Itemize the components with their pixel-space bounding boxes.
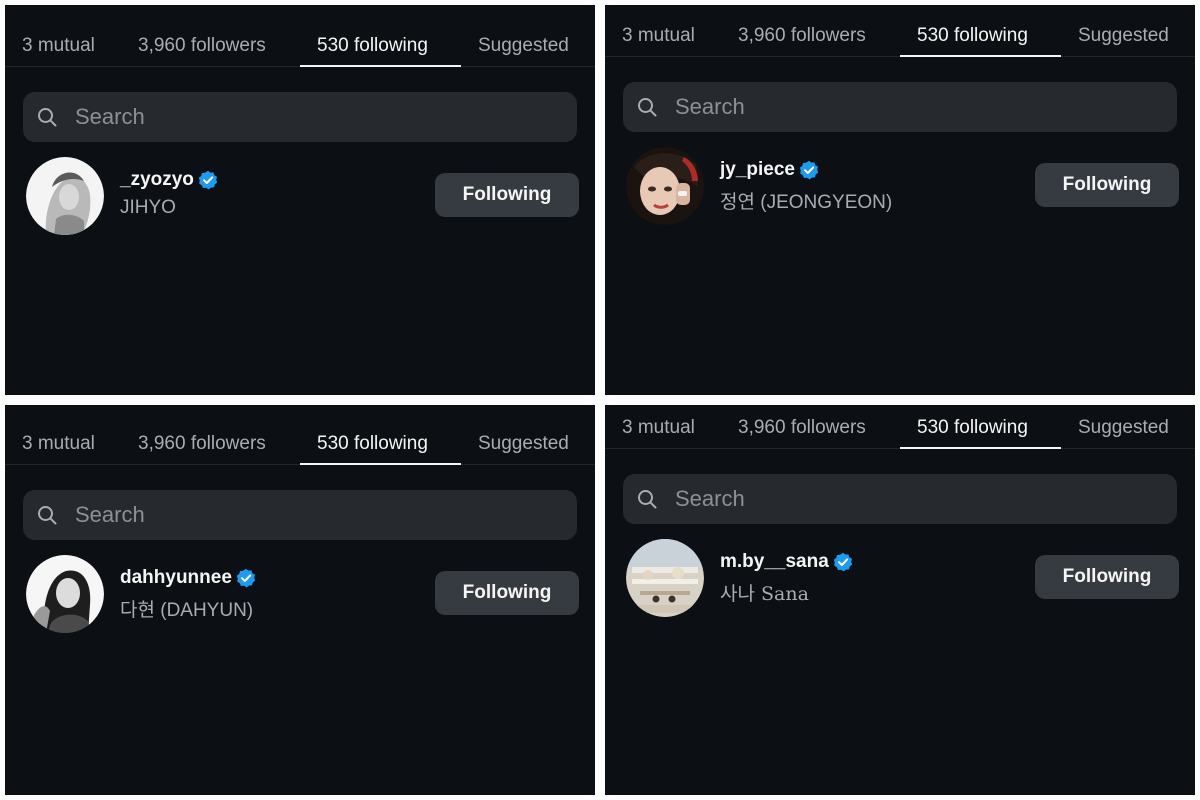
avatar[interactable] (26, 555, 104, 633)
avatar[interactable] (626, 147, 704, 225)
search-bar[interactable] (23, 490, 577, 540)
active-tab-indicator (900, 447, 1061, 449)
user-row[interactable]: m.by__sana 사나 Sana Following (605, 539, 1195, 619)
tab-following[interactable]: 530 following (317, 26, 428, 66)
verified-badge-icon (833, 552, 852, 572)
following-button[interactable]: Following (435, 173, 579, 217)
username[interactable]: dahhyunnee (120, 567, 232, 588)
following-panel-4: 3 mutual 3,960 followers 530 following S… (605, 405, 1195, 795)
username[interactable]: m.by__sana (720, 551, 829, 572)
search-icon (638, 98, 657, 117)
full-name: 정연 (JEONGYEON) (720, 192, 893, 213)
following-panel-3: 3 mutual 3,960 followers 530 following S… (5, 405, 595, 795)
tab-bar: 3 mutual 3,960 followers 530 following S… (5, 26, 595, 67)
profile-photo-icon (626, 147, 704, 225)
profile-photo-icon (26, 157, 104, 235)
profile-photo-icon (626, 539, 704, 617)
following-button[interactable]: Following (1035, 555, 1179, 599)
search-icon (638, 490, 657, 509)
full-name: 사나 Sana (720, 583, 809, 605)
active-tab-indicator (300, 463, 461, 465)
verified-badge-icon (198, 170, 218, 190)
user-row[interactable]: jy_piece 정연 (JEONGYEON) Following (605, 147, 1195, 227)
user-row[interactable]: dahhyunnee 다현 (DAHYUN) Following (5, 555, 595, 635)
search-input[interactable] (67, 92, 555, 142)
tab-bar: 3 mutual 3,960 followers 530 following S… (605, 16, 1195, 57)
tab-followers[interactable]: 3,960 followers (738, 16, 866, 56)
tab-followers[interactable]: 3,960 followers (738, 408, 866, 448)
tab-suggested[interactable]: Suggested (478, 26, 569, 66)
tab-mutual[interactable]: 3 mutual (22, 26, 95, 66)
search-bar[interactable] (623, 82, 1177, 132)
verified-badge-icon (236, 568, 256, 588)
tab-followers[interactable]: 3,960 followers (138, 424, 266, 464)
tab-following[interactable]: 530 following (317, 424, 428, 464)
tab-mutual[interactable]: 3 mutual (22, 424, 95, 464)
search-bar[interactable] (23, 92, 577, 142)
avatar[interactable] (26, 157, 104, 235)
following-panel-1: 3 mutual 3,960 followers 530 following S… (5, 5, 595, 395)
tab-bar: 3 mutual 3,960 followers 530 following S… (5, 424, 595, 465)
profile-photo-icon (26, 555, 104, 633)
search-input[interactable] (667, 82, 1155, 132)
following-button[interactable]: Following (1035, 163, 1179, 207)
full-name: JIHYO (120, 197, 176, 218)
following-panel-2: 3 mutual 3,960 followers 530 following S… (605, 5, 1195, 395)
search-input[interactable] (667, 474, 1155, 524)
following-button[interactable]: Following (435, 571, 579, 615)
tab-following[interactable]: 530 following (917, 408, 1028, 448)
active-tab-indicator (900, 55, 1061, 57)
user-row[interactable]: _zyozyo JIHYO Following (5, 157, 595, 237)
tab-suggested[interactable]: Suggested (478, 424, 569, 464)
tab-suggested[interactable]: Suggested (1078, 16, 1169, 56)
username[interactable]: _zyozyo (120, 169, 194, 190)
tab-mutual[interactable]: 3 mutual (622, 408, 695, 448)
tab-followers[interactable]: 3,960 followers (138, 26, 266, 66)
tab-mutual[interactable]: 3 mutual (622, 16, 695, 56)
search-input[interactable] (67, 490, 555, 540)
avatar[interactable] (626, 539, 704, 617)
search-icon (38, 506, 57, 525)
tab-bar: 3 mutual 3,960 followers 530 following S… (605, 408, 1195, 449)
username[interactable]: jy_piece (720, 159, 795, 180)
tab-following[interactable]: 530 following (917, 16, 1028, 56)
active-tab-indicator (300, 65, 461, 67)
tab-suggested[interactable]: Suggested (1078, 408, 1169, 448)
search-bar[interactable] (623, 474, 1177, 524)
full-name: 다현 (DAHYUN) (120, 600, 254, 621)
verified-badge-icon (799, 160, 819, 180)
search-icon (38, 108, 57, 127)
